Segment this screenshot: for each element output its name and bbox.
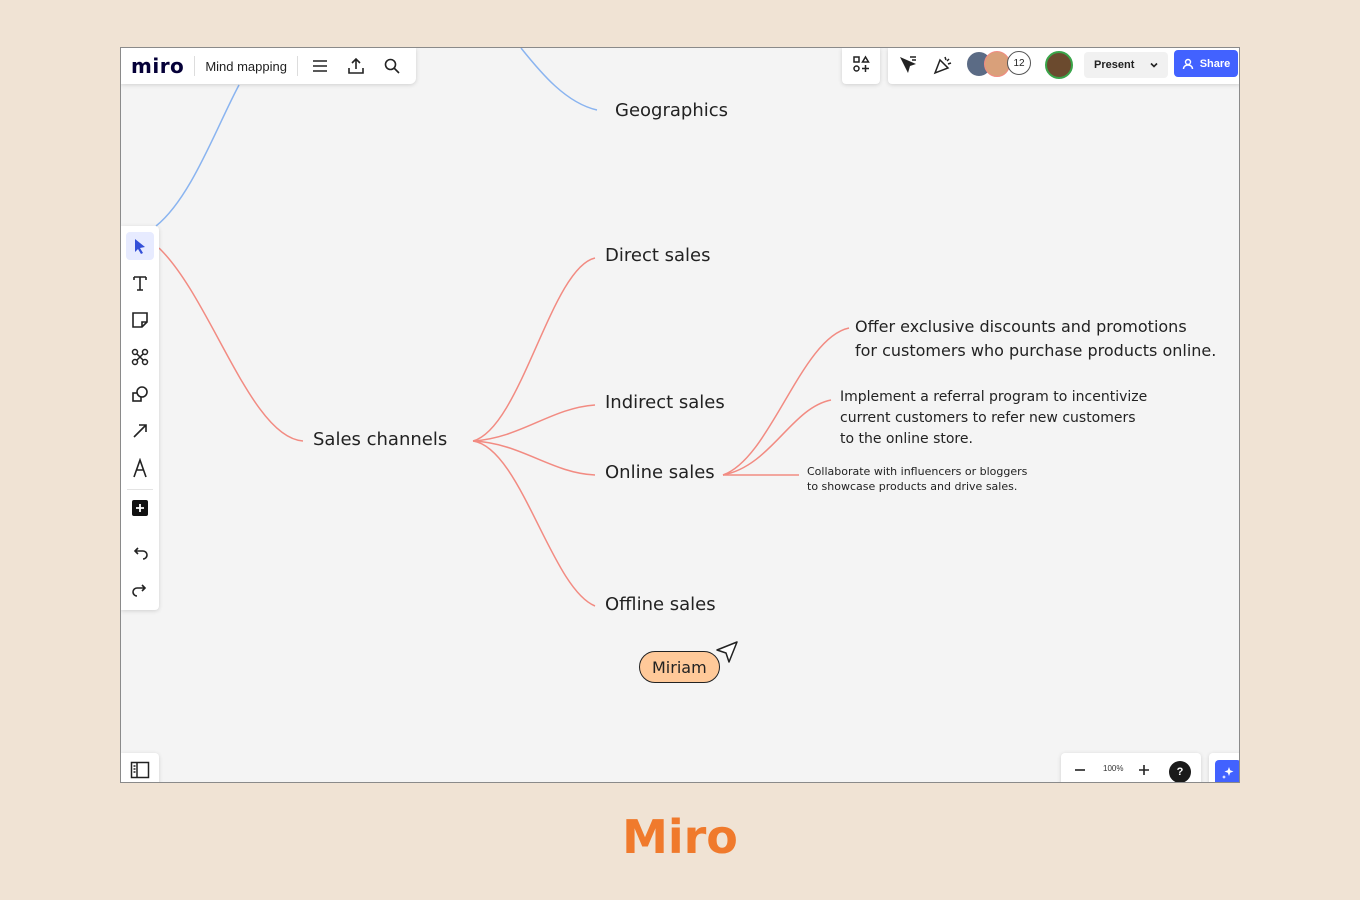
- miro-logo[interactable]: miro: [131, 54, 184, 78]
- connector-geographics: [520, 48, 598, 111]
- connector-online-sales: [472, 440, 596, 476]
- board-title[interactable]: Mind mapping: [205, 59, 287, 74]
- present-button[interactable]: Present: [1084, 52, 1168, 78]
- search-icon[interactable]: [380, 54, 404, 78]
- text-icon[interactable]: [126, 269, 154, 297]
- user-icon: [1182, 58, 1193, 69]
- zoom-in-icon[interactable]: [1137, 763, 1151, 782]
- node-offline-sales[interactable]: Offline sales: [605, 594, 716, 615]
- collaborator-count-badge[interactable]: 12: [1007, 51, 1031, 75]
- divider: [296, 56, 298, 76]
- sparkle-icon: [1215, 760, 1239, 782]
- redo-icon[interactable]: [126, 576, 154, 604]
- pen-icon[interactable]: [126, 454, 154, 482]
- node-geographics[interactable]: Geographics: [615, 100, 728, 121]
- node-indirect-sales[interactable]: Indirect sales: [605, 392, 725, 413]
- connector-top-left: [155, 84, 240, 227]
- idea-1-line: for customers who purchase products onli…: [855, 341, 1217, 360]
- shapes-icon[interactable]: [126, 380, 154, 408]
- chevron-down-icon[interactable]: [1148, 58, 1160, 76]
- divider: [127, 489, 153, 490]
- idea-1-line: Offer exclusive discounts and promotions: [855, 317, 1187, 336]
- node-online-idea-3[interactable]: Collaborate with influencers or bloggers…: [807, 464, 1027, 494]
- idea-2-line: current customers to refer new customers: [840, 410, 1136, 426]
- node-sales-channels[interactable]: Sales channels: [313, 429, 447, 450]
- connector-indirect-sales: [472, 404, 596, 442]
- export-icon[interactable]: [344, 54, 368, 78]
- connector-sales-channels: [158, 247, 304, 442]
- cursor-follow-icon[interactable]: [896, 54, 918, 81]
- idea-3-line: to showcase products and drive sales.: [807, 480, 1018, 493]
- idea-2-line: to the online store.: [840, 431, 973, 447]
- sticky-note-icon[interactable]: [126, 306, 154, 334]
- board-canvas[interactable]: Geographics Sales channels Direct sales …: [120, 47, 1240, 783]
- connector-idea-1: [722, 327, 850, 476]
- menu-icon[interactable]: [308, 54, 332, 78]
- node-online-sales[interactable]: Online sales: [605, 462, 715, 483]
- zoom-out-icon[interactable]: [1073, 763, 1087, 782]
- celebrate-icon[interactable]: [932, 54, 954, 81]
- node-direct-sales[interactable]: Direct sales: [605, 245, 710, 266]
- board-header-toolbar: miro Mind mapping: [121, 48, 416, 84]
- select-icon[interactable]: [126, 232, 154, 260]
- zoom-level[interactable]: 100%: [1103, 764, 1123, 773]
- current-user-avatar[interactable]: [1045, 51, 1073, 79]
- arrow-icon[interactable]: [126, 417, 154, 445]
- collaboration-toolbar: 12 Present Share: [888, 48, 1239, 84]
- idea-3-line: Collaborate with influencers or bloggers: [807, 465, 1028, 478]
- connector-direct-sales: [472, 257, 596, 442]
- frame-icon[interactable]: [126, 343, 154, 371]
- apps-toolbar: [842, 48, 880, 84]
- divider: [194, 56, 196, 76]
- collaborator-cursor-icon: [716, 641, 738, 663]
- add-icon[interactable]: [126, 494, 154, 522]
- zoom-controls: 100% ?: [1061, 753, 1201, 782]
- undo-icon[interactable]: [126, 539, 154, 567]
- node-online-idea-1[interactable]: Offer exclusive discounts and promotions…: [855, 315, 1216, 363]
- caption-title: Miro: [622, 810, 738, 864]
- share-label: Share: [1199, 57, 1231, 70]
- help-button[interactable]: ?: [1169, 761, 1191, 782]
- shapes-apps-icon[interactable]: [852, 55, 870, 78]
- board-panel-icon[interactable]: [121, 753, 159, 782]
- ai-assist-button[interactable]: [1209, 753, 1239, 782]
- creation-toolbar: [121, 226, 159, 610]
- idea-2-line: Implement a referral program to incentiv…: [840, 389, 1148, 405]
- collaborator-name-tag: Miriam: [639, 651, 720, 683]
- node-online-idea-2[interactable]: Implement a referral program to incentiv…: [840, 387, 1147, 450]
- present-label: Present: [1094, 59, 1135, 71]
- connector-offline-sales: [472, 440, 596, 607]
- share-button[interactable]: Share: [1174, 50, 1238, 77]
